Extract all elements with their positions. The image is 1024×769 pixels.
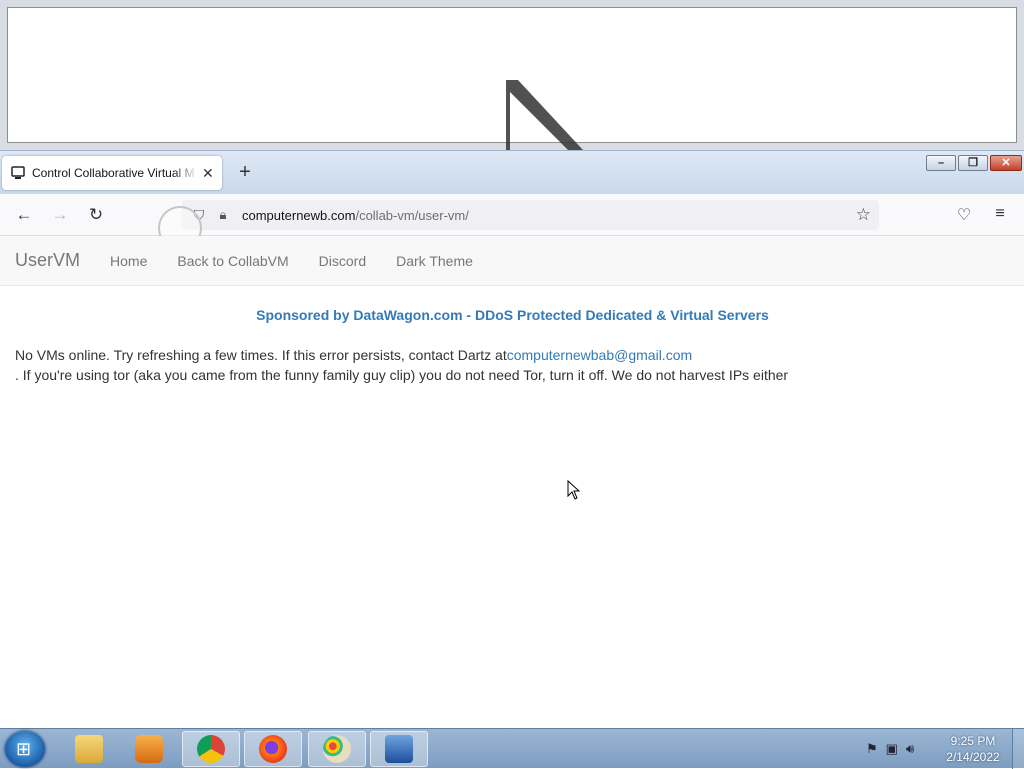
status-message: No VMs online. Try refreshing a few time… [0, 345, 1024, 385]
nav-home[interactable]: Home [110, 253, 147, 269]
taskbar-network-app[interactable] [370, 731, 428, 767]
site-navbar: UserVM Home Back to CollabVM Discord Dar… [0, 236, 1024, 286]
chrome-icon [197, 735, 225, 763]
back-button[interactable]: ← [14, 205, 34, 225]
tab-title: Control Collaborative Virtual M [32, 166, 195, 180]
nav-back-to-collabvm[interactable]: Back to CollabVM [177, 253, 288, 269]
firefox-icon [259, 735, 287, 763]
action-center-flag-icon[interactable]: ⚑ [866, 741, 878, 756]
page-content: UserVM Home Back to CollabVM Discord Dar… [0, 236, 1024, 728]
bookmark-star-icon[interactable]: ☆ [856, 205, 871, 225]
start-button[interactable]: ⊞ [5, 731, 45, 767]
network-monitor-icon [385, 735, 413, 763]
collabvm-favicon-icon [11, 166, 25, 179]
media-player-icon [135, 735, 163, 763]
forward-button[interactable]: → [50, 205, 70, 225]
show-desktop-button[interactable] [1012, 729, 1024, 769]
windows-taskbar: ⊞ ⚑ ▣ 🔊︎ 9:25 PM 2/14/2022 [0, 728, 1024, 769]
message-text-continued: . If you're using tor (aka you came from… [15, 367, 789, 383]
maximize-button[interactable]: ❐ [958, 155, 988, 171]
tab-strip: Control Collaborative Virtual M ✕ + – ❐ … [0, 150, 1024, 194]
clock-time: 9:25 PM [950, 734, 996, 748]
message-text: No VMs online. Try refreshing a few time… [15, 347, 507, 363]
tab-close-icon[interactable]: ✕ [202, 165, 214, 182]
taskbar-firefox[interactable] [244, 731, 302, 767]
clock-date: 2/14/2022 [946, 750, 1000, 764]
navigation-toolbar: ← → ↻ ⛉ 🔒︎ computernewb.com/collab-vm/us… [0, 194, 1024, 258]
taskbar-media-player[interactable] [120, 731, 178, 767]
close-window-button[interactable]: ✕ [990, 155, 1022, 171]
sponsor-link[interactable]: Sponsored by DataWagon.com - DDoS Protec… [0, 307, 1024, 323]
nav-discord[interactable]: Discord [319, 253, 366, 269]
site-brand[interactable]: UserVM [15, 250, 80, 271]
taskbar-clock[interactable]: 9:25 PM 2/14/2022 [940, 733, 1006, 765]
minimize-button[interactable]: – [926, 155, 956, 171]
paint-palette-icon [323, 735, 351, 763]
pocket-icon[interactable]: ♡ [954, 205, 974, 225]
taskbar-paint[interactable] [308, 731, 366, 767]
menu-icon[interactable]: ≡ [990, 205, 1010, 223]
volume-icon[interactable]: 🔊︎ [906, 741, 914, 756]
new-tab-button[interactable]: + [234, 162, 256, 184]
folder-icon [75, 735, 103, 763]
taskbar-chrome[interactable] [182, 731, 240, 767]
background-window-content [7, 7, 1017, 150]
lock-icon[interactable]: 🔒︎ [214, 207, 232, 223]
large-cursor-graphic [506, 80, 583, 150]
windows-logo-icon: ⊞ [16, 739, 32, 759]
firefox-window: Control Collaborative Virtual M ✕ + – ❐ … [0, 150, 1024, 728]
reload-button[interactable]: ↻ [86, 205, 106, 225]
url-path: /collab-vm/user-vm/ [355, 207, 469, 223]
network-icon[interactable]: ▣ [886, 741, 898, 756]
url-host: computernewb.com [242, 207, 356, 223]
tab-collabvm[interactable]: Control Collaborative Virtual M ✕ [2, 156, 222, 190]
mouse-pointer-icon [567, 480, 581, 500]
background-window [0, 0, 1024, 150]
url-text[interactable]: computernewb.com/collab-vm/user-vm/ [242, 208, 469, 223]
taskbar-explorer[interactable] [60, 731, 118, 767]
url-bar[interactable]: ⛉ 🔒︎ computernewb.com/collab-vm/user-vm/… [182, 200, 879, 230]
nav-dark-theme[interactable]: Dark Theme [396, 253, 473, 269]
system-tray: ⚑ ▣ 🔊︎ [866, 741, 922, 757]
email-link[interactable]: computernewbab@gmail.com [507, 347, 692, 363]
